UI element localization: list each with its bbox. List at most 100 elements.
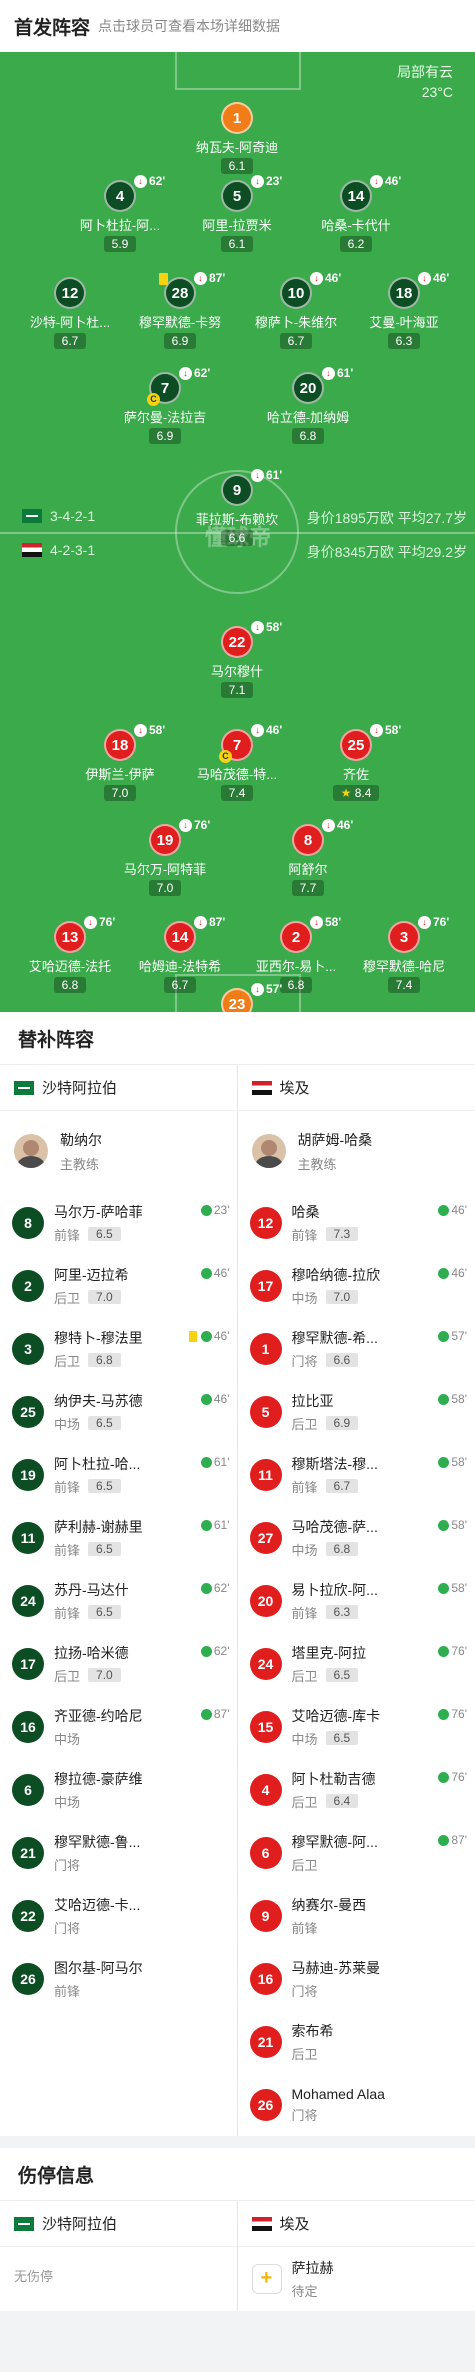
player-number: 8	[12, 1206, 44, 1239]
player-rating: 6.5	[325, 1668, 359, 1682]
bench-player-row[interactable]: 19 阿卜杜拉-哈... 前锋 6.5 61'	[0, 1443, 238, 1506]
bench-section: 沙特阿拉伯 勒纳尔 主教练 8 马尔万-萨哈菲 前锋 6.5 23' 2 阿里-迈拉希…	[0, 1064, 475, 2136]
sub-on-icon	[200, 1708, 212, 1720]
away-player[interactable]: 13 ↓ 76' 艾哈迈德-法托 6.8	[10, 915, 130, 994]
bench-player-row[interactable]: 27 马哈茂德-萨... 中场 6.8 58'	[238, 1506, 475, 1569]
player-name: 拉扬-哈米德	[54, 1644, 129, 1661]
sub-on-icon	[200, 1330, 212, 1342]
player-name: 沙特-阿卜杜...	[29, 315, 111, 330]
home-player[interactable]: 4 ↓ 62' 阿卜杜拉-阿... 5.9	[60, 174, 180, 253]
bench-player-row[interactable]: 26 图尔基-阿马尔 前锋	[0, 1947, 238, 2010]
home-player[interactable]: 5 ↓ 23' 阿里-拉贾米 6.1	[177, 174, 297, 253]
home-player[interactable]: 20 ↓ 61' 哈立德-加纳姆 6.8	[248, 366, 368, 445]
home-player[interactable]: 14 ↓ 46' 哈桑-卡代什 6.2	[296, 174, 416, 253]
player-number: 5 ↓ 23'	[221, 174, 282, 212]
home-player[interactable]: 12 沙特-阿卜杜... 6.7	[10, 277, 130, 350]
bench-player-row[interactable]: 5 拉比亚 后卫 6.9 58'	[238, 1380, 475, 1443]
sub-off-icon: ↓ 46'	[322, 818, 353, 832]
bench-player-row[interactable]: 3 穆特卜-穆法里 后卫 6.8 46'	[0, 1317, 238, 1380]
player-rating: 6.8	[53, 977, 87, 993]
away-player[interactable]: 22 ↓ 58' 马尔穆什 7.1	[177, 620, 297, 699]
bench-player-row[interactable]: 17 拉扬-哈米德 后卫 7.0 62'	[0, 1632, 238, 1695]
bench-player-row[interactable]: 25 纳伊夫-马苏德 中场 6.5 46'	[0, 1380, 238, 1443]
player-number: 16	[249, 1962, 282, 1995]
sub-off-icon: ↓ 46'	[370, 174, 401, 188]
bench-player-row[interactable]: 26 Mohamed Alaa 门将	[238, 2073, 475, 2136]
home-player[interactable]: 18 ↓ 46' 艾曼-叶海亚 6.3	[344, 271, 464, 350]
player-position: 前锋	[54, 1983, 81, 1999]
bench-player-row[interactable]: 21 穆罕默德-鲁... 门将	[0, 1821, 238, 1884]
away-player[interactable]: 7 ↓ 46' C 马哈茂德-特... 7.4	[177, 723, 297, 802]
bench-away: 埃及 胡萨姆-哈桑 主教练 12 哈桑 前锋 7.3 46' 17 穆哈纳德-拉欣 中…	[237, 1065, 475, 2136]
bench-player-row[interactable]: 24 苏丹-马达什 前锋 6.5 62'	[0, 1569, 238, 1632]
bench-player-row[interactable]: 17 穆哈纳德-拉欣 中场 7.0 46'	[238, 1254, 475, 1317]
player-position: 门将	[291, 1353, 318, 1369]
bench-player-row[interactable]: 11 穆斯塔法-穆... 前锋 6.7 58'	[238, 1443, 475, 1506]
away-formation-row: 4-2-3-1	[22, 542, 95, 558]
sub-on-icon	[438, 1267, 450, 1279]
home-player[interactable]: 1 纳瓦夫-阿奇迪 6.1	[177, 102, 297, 175]
player-name: 索布希	[291, 2022, 334, 2039]
player-name: 菲拉斯-布赖坎	[195, 512, 279, 527]
sub-off-icon: ↓ 76'	[84, 915, 115, 929]
bench-player-row[interactable]: 20 易卜拉欣-阿... 前锋 6.3 58'	[238, 1569, 475, 1632]
player-name: 艾哈迈德-库卡	[291, 1707, 381, 1724]
saudi-flag-icon	[14, 1080, 34, 1095]
bench-player-row[interactable]: 6 穆罕默德-阿... 后卫 87'	[238, 1821, 475, 1884]
bench-player-row[interactable]: 11 萨利赫-谢赫里 前锋 6.5 61'	[0, 1506, 238, 1569]
away-player[interactable]: 14 ↓ 87' 哈姆迪-法特希 6.7	[120, 915, 240, 994]
medical-kit-icon	[251, 2264, 282, 2294]
player-rating: 6.5	[325, 1731, 359, 1745]
player-name: 纳伊夫-马苏德	[54, 1392, 143, 1409]
player-rating: 6.4	[325, 1794, 359, 1808]
home-player[interactable]: 9 ↓ 61' 菲拉斯-布赖坎 6.6	[177, 468, 297, 547]
away-player[interactable]: 8 ↓ 46' 阿舒尔 7.7	[248, 818, 368, 897]
away-team-name: 埃及	[279, 1080, 310, 1097]
sub-off-icon: ↓ 61'	[322, 366, 353, 380]
bench-player-row[interactable]: 2 阿里-迈拉希 后卫 7.0 46'	[0, 1254, 238, 1317]
away-player[interactable]: 25 ↓ 58' 齐佐 ★ 8.4	[296, 723, 416, 802]
sub-off-icon: ↓ 23'	[251, 174, 282, 188]
bench-player-row[interactable]: 1 穆罕默德-希... 门将 6.6 57'	[238, 1317, 475, 1380]
sub-on-time: 87'	[200, 1707, 230, 1721]
away-player[interactable]: 19 ↓ 76' 马尔万-阿特菲 7.0	[105, 818, 225, 897]
player-number: 18 ↓ 58'	[104, 723, 165, 761]
bench-player-row[interactable]: 12 哈桑 前锋 7.3 46'	[238, 1191, 475, 1254]
sub-on-time: 58'	[438, 1518, 467, 1532]
player-position: 中场	[54, 1794, 81, 1810]
player-number: 14 ↓ 87'	[164, 915, 225, 953]
bench-player-row[interactable]: 22 艾哈迈德-卡... 门将	[0, 1884, 238, 1947]
bench-player-row[interactable]: 16 齐亚德-约哈尼 中场 87'	[0, 1695, 238, 1758]
player-name: Mohamed Alaa	[291, 2085, 385, 2102]
sub-off-icon: ↓ 87'	[194, 271, 225, 285]
player-rating: 6.3	[325, 1605, 359, 1619]
away-player[interactable]: 3 ↓ 76' 穆罕默德-哈尼 7.4	[344, 915, 464, 994]
home-coach[interactable]: 勒纳尔 主教练	[0, 1111, 238, 1191]
player-number: 3 ↓ 76'	[388, 915, 449, 953]
player-number: 17	[249, 1269, 282, 1302]
bench-player-row[interactable]: 21 索布希 后卫	[238, 2010, 475, 2073]
sub-on-time: 46'	[438, 1266, 467, 1280]
away-player[interactable]: 18 ↓ 58' 伊斯兰-伊萨 7.0	[60, 723, 180, 802]
bench-player-row[interactable]: 15 艾哈迈德-库卡 中场 6.5 76'	[238, 1695, 475, 1758]
player-rating: 6.5	[88, 1542, 121, 1556]
bench-player-row[interactable]: 9 纳赛尔-曼西 前锋	[238, 1884, 475, 1947]
bench-player-row[interactable]: 8 马尔万-萨哈菲 前锋 6.5 23'	[0, 1191, 238, 1254]
away-player[interactable]: 23↓57' 舒贝尔 6.8	[177, 982, 297, 1012]
bench-player-row[interactable]: 6 穆拉德-豪萨维 中场	[0, 1758, 238, 1821]
home-player[interactable]: 10 ↓ 46' 穆萨卜-朱维尔 6.7	[236, 271, 356, 350]
sub-on-time: 87'	[438, 1833, 467, 1847]
player-name: 齐亚德-约哈尼	[54, 1707, 143, 1724]
bench-player-row[interactable]: 16 马赫迪-苏莱曼 门将	[238, 1947, 475, 2010]
player-rating: 6.6	[325, 1353, 359, 1367]
injury-item[interactable]: 萨拉赫待定	[238, 2247, 475, 2311]
player-name: 穆罕默德-阿...	[291, 1833, 378, 1850]
player-number: 9	[249, 1899, 282, 1932]
bench-player-row[interactable]: 4 阿卜杜勒吉德 后卫 6.4 76'	[238, 1758, 475, 1821]
away-coach[interactable]: 胡萨姆-哈桑 主教练	[238, 1111, 475, 1191]
sub-on-time: 58'	[438, 1455, 467, 1469]
home-player[interactable]: 28 ↓ 87' 穆罕默德-卡努 6.9	[120, 271, 240, 350]
player-number: 13 ↓ 76'	[54, 915, 115, 953]
bench-player-row[interactable]: 24 塔里克-阿拉 后卫 6.5 76'	[238, 1632, 475, 1695]
home-player[interactable]: 7 ↓ 62' C 萨尔曼-法拉吉 6.9	[105, 366, 225, 445]
